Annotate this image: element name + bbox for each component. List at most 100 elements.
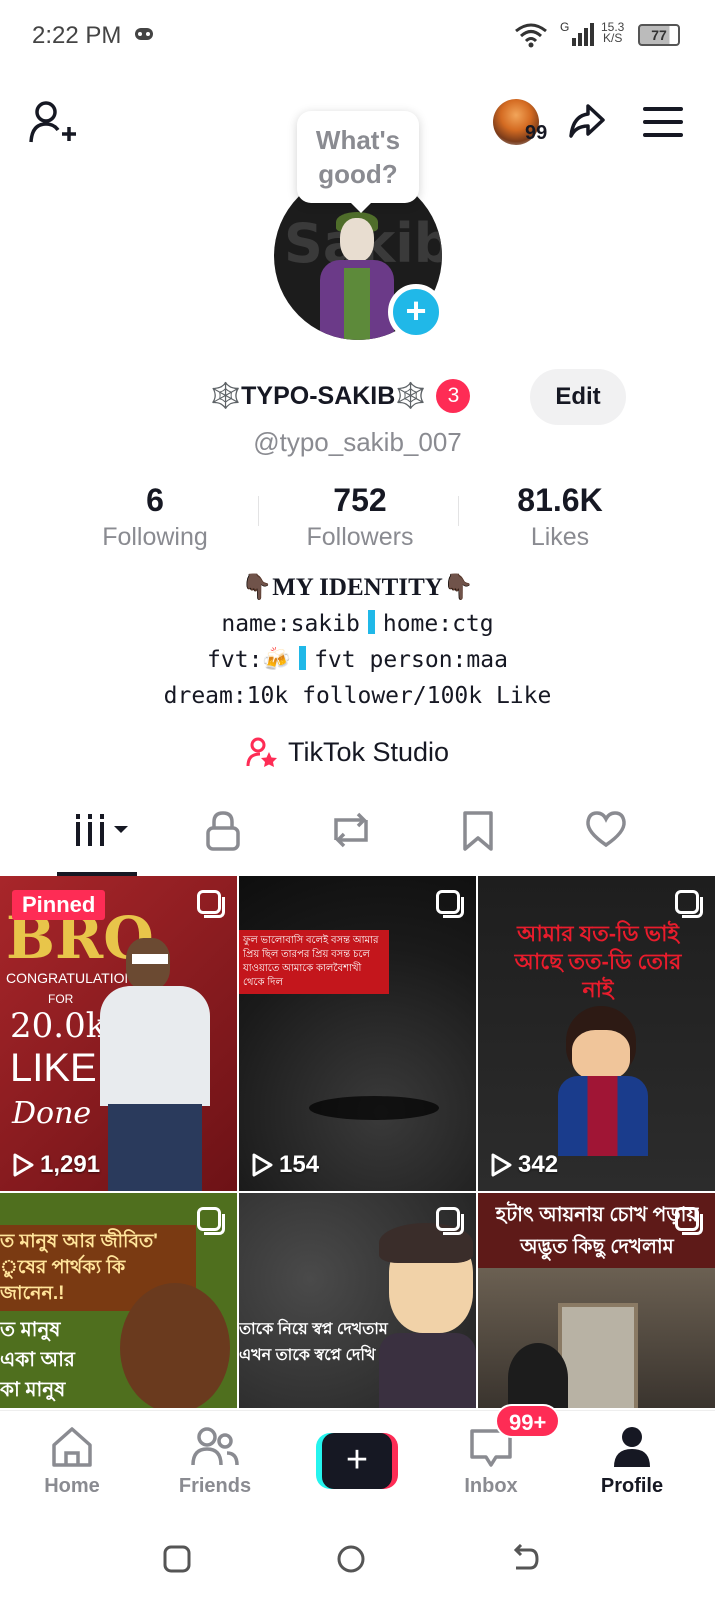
status-bar: 2:22 PM G 15.3 K/S 77 (0, 0, 715, 70)
pinned-badge: Pinned (12, 890, 106, 920)
bio: 👇🏿MY IDENTITY👇🏿 name:sakib home:ctg fvt:🍻… (0, 570, 715, 714)
stat-value: 752 (333, 482, 387, 518)
video-tile[interactable]: হটাৎ আয়নায় চোখ পড়ায় অদ্ভুত কিছু দেখল… (478, 1193, 715, 1408)
character-head (120, 1283, 230, 1408)
bio-line-dream: dream:10k follower/100k Like (163, 683, 552, 709)
bio-separator (299, 646, 307, 670)
caption-box: ফুল ভালোবাসি বলেই বসন্ত আমার প্রিয় ছিল … (239, 930, 389, 994)
edit-profile-button[interactable]: Edit (530, 369, 626, 425)
bio-separator (367, 610, 375, 634)
display-name: 🕸️TYPO-SAKIB🕸️ (210, 381, 427, 410)
stat-likes[interactable]: 81.6K Likes (500, 482, 620, 552)
person-shirt (100, 986, 210, 1106)
view-count: 154 (251, 1151, 319, 1179)
nav-label: Home (44, 1475, 100, 1497)
play-icon (491, 1153, 512, 1177)
nav-label: Friends (178, 1475, 252, 1497)
character-jersey (558, 1076, 648, 1156)
notification-count: 99 (525, 122, 548, 144)
person-head (126, 938, 170, 990)
stat-followers[interactable]: 752 Followers (290, 482, 430, 552)
profile-icon (614, 1427, 650, 1467)
video-tile[interactable]: ফুল ভালোবাসি বলেই বসন্ত আমার প্রিয় ছিল … (239, 876, 476, 1191)
avatar-figure-vest (344, 268, 370, 340)
tab-liked[interactable] (585, 810, 627, 853)
add-friend-icon[interactable] (28, 98, 78, 148)
bottom-nav: Home Friends + Inbox Profile (0, 1410, 715, 1520)
video-tile[interactable]: ত মানুষ আর জীবিত' ুষের পার্থক্য কি জানেন… (0, 1193, 237, 1408)
caption-top: আমার যত-ডি ভাই আছে তত-ডি তোর নাই (514, 921, 682, 1002)
tab-private[interactable] (205, 810, 241, 857)
bio-name: name:sakib (221, 611, 360, 637)
bio-line-3: fvt:🍻 fvt person:maa (0, 642, 715, 678)
stat-following[interactable]: 6 Following (95, 482, 215, 552)
person-pants (108, 1104, 202, 1191)
multi-image-icon (197, 890, 225, 918)
profile-tabs (0, 800, 715, 876)
name-badge[interactable]: 3 (436, 379, 471, 413)
views-value: 342 (518, 1151, 559, 1178)
play-icon (252, 1153, 273, 1177)
caption-num: 20.0k (10, 1006, 107, 1046)
stat-divider (458, 496, 459, 526)
eye-censor-bar (132, 954, 168, 964)
nav-home[interactable]: Home (12, 1425, 132, 1498)
stat-divider (258, 496, 259, 526)
add-story-button[interactable]: + (388, 284, 444, 340)
gamepad-icon (135, 28, 153, 40)
eye-shape (309, 1096, 439, 1120)
tab-videos[interactable] (72, 810, 134, 855)
home-system-icon[interactable] (336, 1544, 366, 1574)
home-icon (52, 1427, 92, 1467)
caption-like: LIKE (10, 1046, 97, 1090)
back-icon[interactable] (510, 1544, 540, 1574)
caption-for: FOR (48, 992, 74, 1006)
caption-done: Done (12, 1096, 92, 1131)
nav-profile[interactable]: Profile (572, 1425, 692, 1498)
nav-label: Profile (600, 1475, 664, 1497)
mirror-shape (558, 1303, 638, 1408)
multi-image-icon (197, 1207, 225, 1235)
video-tile[interactable]: আমার যত-ডি ভাই আছে তত-ডি তোর নাই 342 (478, 876, 715, 1191)
bio-home: home:ctg (382, 611, 494, 637)
system-navigation (0, 1520, 715, 1600)
stat-value: 81.6K (517, 482, 603, 518)
nav-friends[interactable]: Friends (155, 1425, 275, 1498)
nav-label: Inbox (464, 1475, 518, 1497)
bio-fvt-person: fvt person:maa (314, 647, 508, 673)
caption-mid: ত মানুষ একা আর কা মানুষ মৃত (0, 1319, 75, 1401)
bio-line-2: name:sakib home:ctg (0, 606, 715, 642)
tiktok-studio-link[interactable]: TikTok Studio (246, 736, 449, 768)
status-bubble[interactable]: What's good? (297, 111, 419, 213)
create-button[interactable]: + (316, 1433, 398, 1489)
signal-icon (572, 23, 594, 46)
view-count: 1,291 (12, 1151, 100, 1179)
tab-favorites[interactable] (462, 810, 494, 857)
multi-image-icon (675, 890, 703, 918)
lock-icon (206, 811, 240, 851)
inbox-badge: 99+ (495, 1404, 561, 1438)
heart-icon (586, 811, 626, 848)
character-silhouette (508, 1343, 568, 1408)
multi-image-icon (436, 1207, 464, 1235)
views-value: 1,291 (40, 1151, 101, 1178)
network-speed: 15.3 K/S (601, 21, 624, 44)
multi-image-icon (436, 890, 464, 918)
video-tile[interactable]: BRO CONGRATULATION FOR 20.0k LIKE Done P… (0, 876, 237, 1191)
view-count: 342 (490, 1151, 558, 1179)
tab-reposts[interactable] (330, 810, 372, 855)
wifi-icon (515, 23, 547, 48)
studio-icon (246, 737, 277, 767)
recents-icon[interactable] (162, 1544, 192, 1574)
caption-small: CONGRATULATION (6, 970, 135, 986)
network-type: G (560, 20, 570, 34)
stat-value: 6 (146, 482, 164, 518)
menu-icon[interactable] (643, 106, 683, 138)
friends-icon (191, 1427, 239, 1466)
video-tile[interactable]: তাকে নিয়ে স্বপ্ন দেখতাম এখন তাকে স্বপ্ন… (239, 1193, 476, 1408)
battery-indicator: 77 (638, 24, 680, 46)
character-hoodie (379, 1333, 476, 1408)
stat-label: Followers (306, 523, 414, 551)
bio-fvt: fvt:🍻 (207, 647, 292, 673)
share-icon[interactable] (568, 102, 606, 140)
